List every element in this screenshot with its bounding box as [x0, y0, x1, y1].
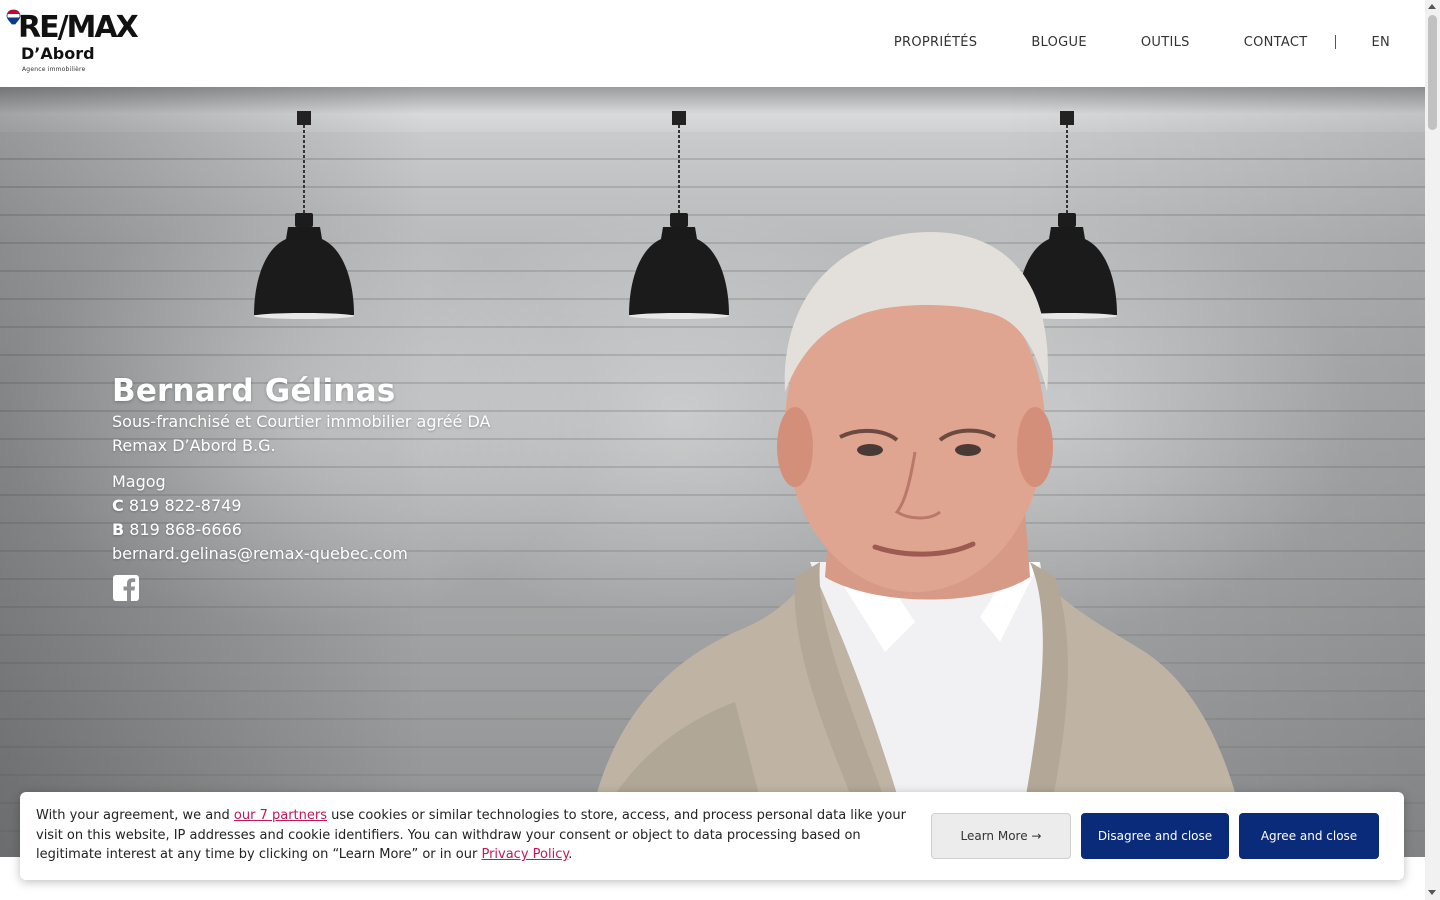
- agent-cell-phone[interactable]: C 819 822-8749: [112, 494, 490, 518]
- privacy-policy-link[interactable]: Privacy Policy: [481, 847, 568, 862]
- agent-agency: Remax D’Abord B.G.: [112, 436, 276, 455]
- site-header: RE/MAX D’Abord Agence immobilière PROPRI…: [0, 0, 1425, 87]
- agent-city: Magog: [112, 472, 166, 491]
- cell-number: 819 822-8749: [128, 496, 242, 515]
- cookie-consent-banner: With your agreement, we and our 7 partne…: [20, 792, 1404, 880]
- agent-name: Bernard Gélinas: [112, 373, 396, 409]
- logo-wordmark: RE/MAX: [18, 10, 139, 45]
- nav-item-blogue[interactable]: BLOGUE: [1031, 35, 1087, 50]
- agent-portrait: [585, 232, 1250, 857]
- remax-dabord-logo[interactable]: RE/MAX D’Abord Agence immobilière: [6, 9, 139, 77]
- agent-hero: Bernard Gélinas Sous-franchisé et Courti…: [0, 87, 1425, 857]
- learn-more-button[interactable]: Learn More →: [931, 813, 1071, 859]
- nav-item-proprietes[interactable]: PROPRIÉTÉS: [894, 35, 977, 50]
- main-nav: PROPRIÉTÉS BLOGUE OUTILS CONTACT EN: [894, 33, 1390, 51]
- page-scrollbar[interactable]: [1425, 0, 1440, 900]
- scrollbar-thumb[interactable]: [1428, 15, 1437, 130]
- scroll-down-arrow-icon[interactable]: [1428, 890, 1436, 895]
- logo-tagline: Agence immobilière: [22, 66, 86, 73]
- cell-label: C: [112, 496, 124, 515]
- language-switch[interactable]: EN: [1371, 35, 1390, 50]
- nav-item-outils[interactable]: OUTILS: [1141, 35, 1190, 50]
- office-number: 819 868-6666: [129, 520, 242, 539]
- agent-office-phone[interactable]: B 819 868-6666: [112, 518, 490, 542]
- agent-title: Sous-franchisé et Courtier immobilier ag…: [112, 412, 491, 431]
- agent-info: Bernard Gélinas Sous-franchisé et Courti…: [112, 372, 490, 607]
- office-label: B: [112, 520, 125, 539]
- facebook-icon[interactable]: [112, 574, 140, 602]
- agent-email[interactable]: bernard.gelinas@remax-quebec.com: [112, 542, 490, 566]
- pendant-lamp-icon: [254, 111, 354, 319]
- disagree-and-close-button[interactable]: Disagree and close: [1081, 813, 1229, 859]
- cookie-consent-text: With your agreement, we and our 7 partne…: [36, 808, 906, 862]
- nav-divider: [1335, 35, 1337, 49]
- partners-link[interactable]: our 7 partners: [234, 808, 327, 823]
- scroll-up-arrow-icon[interactable]: [1428, 4, 1436, 9]
- agree-and-close-button[interactable]: Agree and close: [1239, 813, 1379, 859]
- nav-item-contact[interactable]: CONTACT: [1244, 35, 1308, 50]
- logo-office-name: D’Abord: [21, 44, 95, 63]
